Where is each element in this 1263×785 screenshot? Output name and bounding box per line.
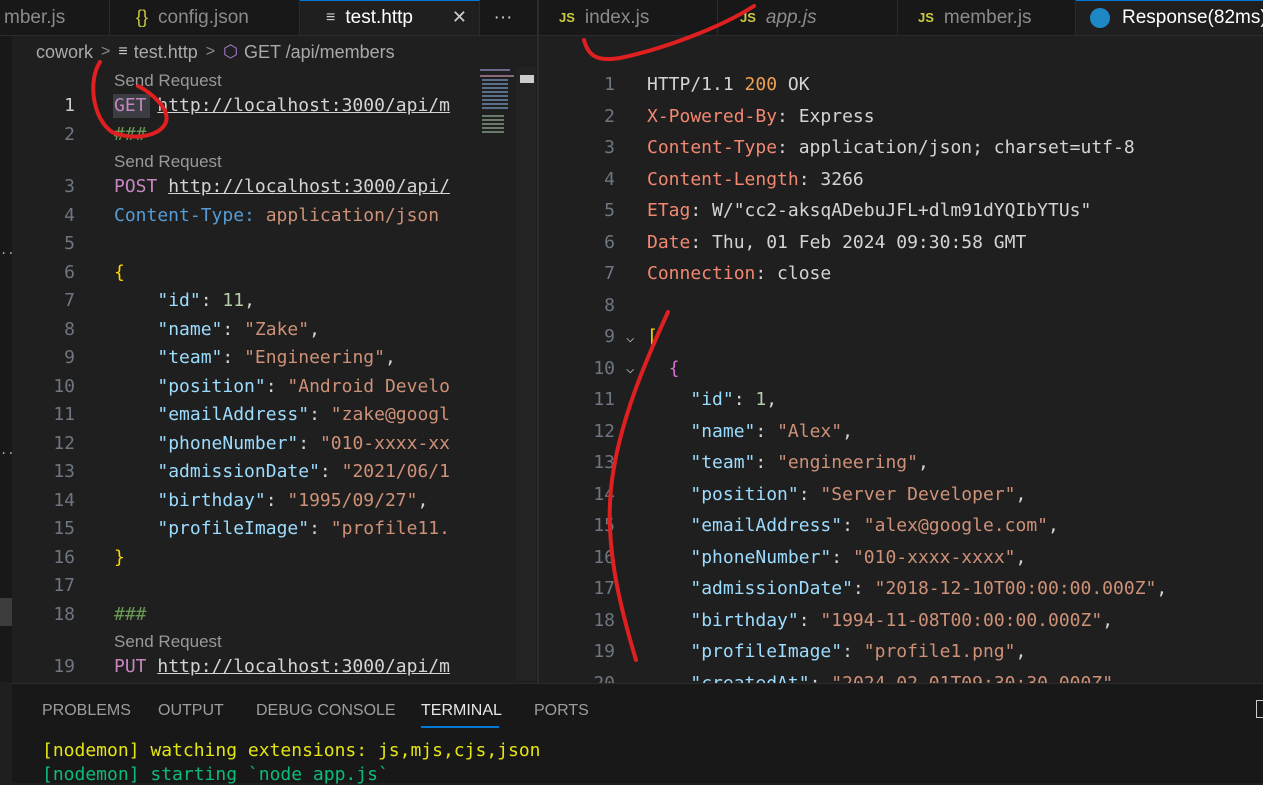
red-annotation-marks [91, 4, 756, 662]
tab-debug-console[interactable]: DEBUG CONSOLE [256, 702, 396, 720]
terminal-line: [nodemon] watching extensions: js,mjs,cj… [42, 740, 541, 761]
active-tab-underline [421, 726, 499, 728]
panel-maximize-icon[interactable] [1256, 700, 1263, 718]
tab-ports[interactable]: PORTS [534, 702, 589, 720]
bottom-panel: PROBLEMS OUTPUT DEBUG CONSOLE TERMINAL P… [12, 683, 1263, 785]
tab-problems[interactable]: PROBLEMS [42, 702, 131, 720]
tab-output[interactable]: OUTPUT [158, 702, 224, 720]
tab-terminal[interactable]: TERMINAL [421, 702, 502, 720]
